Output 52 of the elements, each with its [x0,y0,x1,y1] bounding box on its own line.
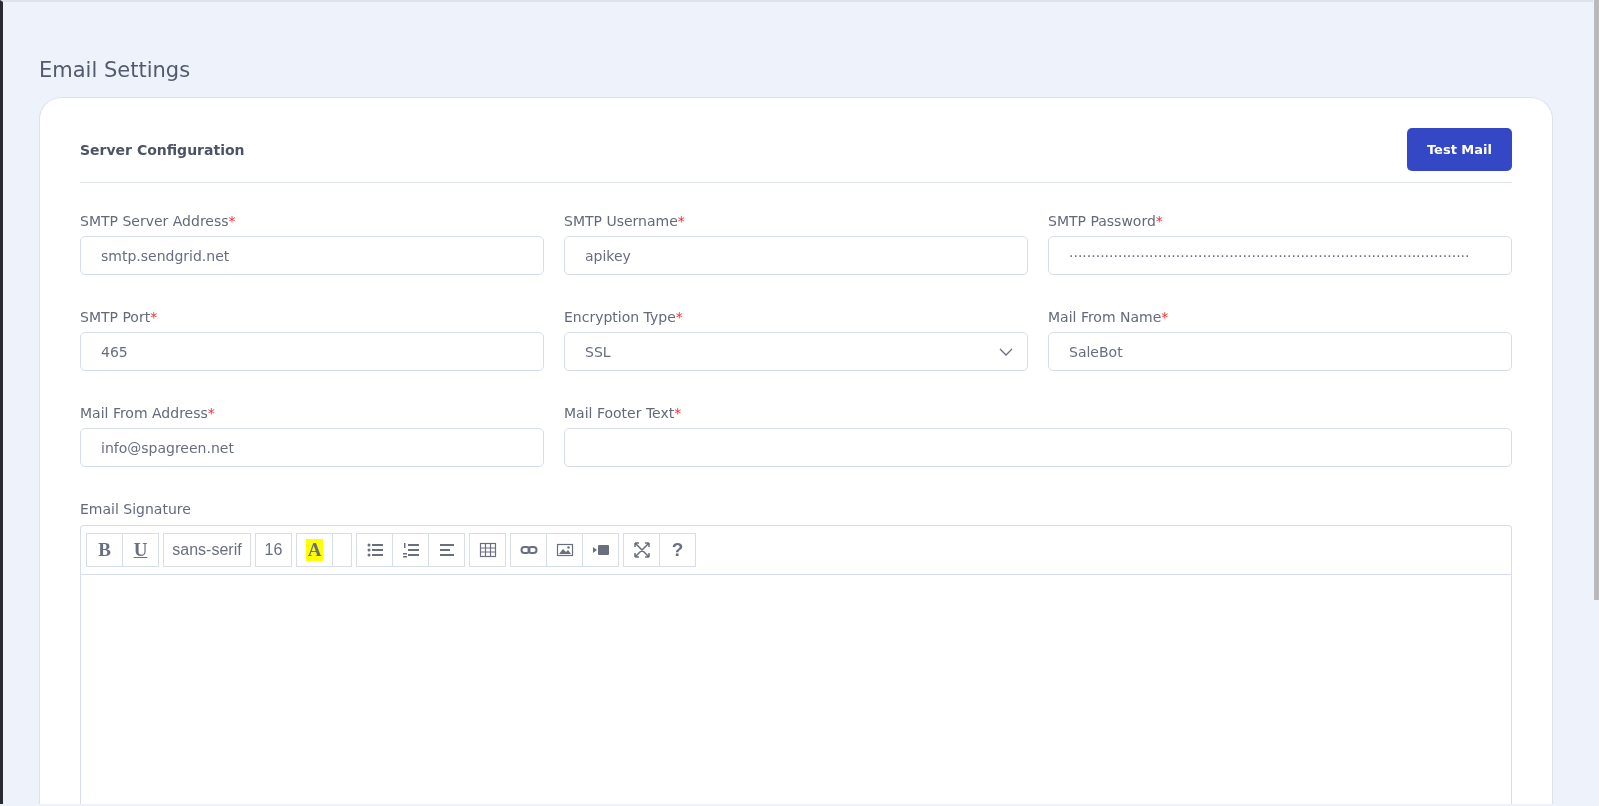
help-button[interactable]: ? [659,533,696,567]
field-label: Mail Footer Text [564,405,675,421]
chevron-down-icon [999,347,1013,356]
page-title: Email Settings [39,58,192,82]
required-asterisk: * [674,405,682,421]
select-field[interactable]: SSL [564,332,1028,371]
bold-button[interactable]: B [86,533,123,567]
field-label: SMTP Password [1048,213,1156,229]
required-asterisk: * [150,309,158,325]
expand-icon [632,541,651,559]
field-label: SMTP Port [80,309,151,325]
required-asterisk: * [228,213,236,229]
field-label: Email Signature [80,501,192,517]
required-asterisk: * [677,213,685,229]
input-field[interactable]: apikey [564,236,1028,275]
input-field[interactable]: smtp.sendgrid.net [80,236,544,275]
align-left-button[interactable] [428,533,465,567]
color-dropdown-button[interactable] [332,533,352,567]
input-field[interactable]: info@spagreen.net [80,428,544,467]
required-asterisk: * [1155,213,1163,229]
field-label: Encryption Type [564,309,676,325]
scrollbar[interactable] [1594,0,1599,600]
input-field[interactable]: SaleBot [1048,332,1512,371]
section-title: Server Configuration [80,141,245,158]
align-left-icon [437,541,456,559]
field-label: SMTP Server Address [80,213,229,229]
required-asterisk: * [207,405,215,421]
required-asterisk: * [675,309,683,325]
bullet-list-icon [365,541,384,559]
rich-text-editor[interactable]: B U sans-serif 16 A ? [80,525,1512,804]
numbered-list-button[interactable] [392,533,429,567]
link-button[interactable] [510,533,547,567]
highlight-color-button[interactable]: A [296,533,333,567]
font-family-dropdown[interactable]: sans-serif [163,533,251,567]
table-icon [478,541,497,559]
underline-button[interactable]: U [122,533,159,567]
field-label: SMTP Username [564,213,678,229]
table-button[interactable] [469,533,506,567]
input-field[interactable]: ·························································································· [1048,236,1512,275]
video-button[interactable] [582,533,619,567]
input-field[interactable] [564,428,1512,467]
font-size-dropdown[interactable]: 16 [255,533,292,567]
input-field[interactable]: 465 [80,332,544,371]
field-label: Mail From Address [80,405,208,421]
image-icon [555,541,574,559]
test-mail-button[interactable]: Test Mail [1406,128,1512,171]
required-asterisk: * [1161,309,1169,325]
field-label: Mail From Name [1048,309,1162,325]
bullet-list-button[interactable] [356,533,393,567]
expand-button[interactable] [623,533,660,567]
image-button[interactable] [546,533,583,567]
numbered-list-icon [401,541,420,559]
